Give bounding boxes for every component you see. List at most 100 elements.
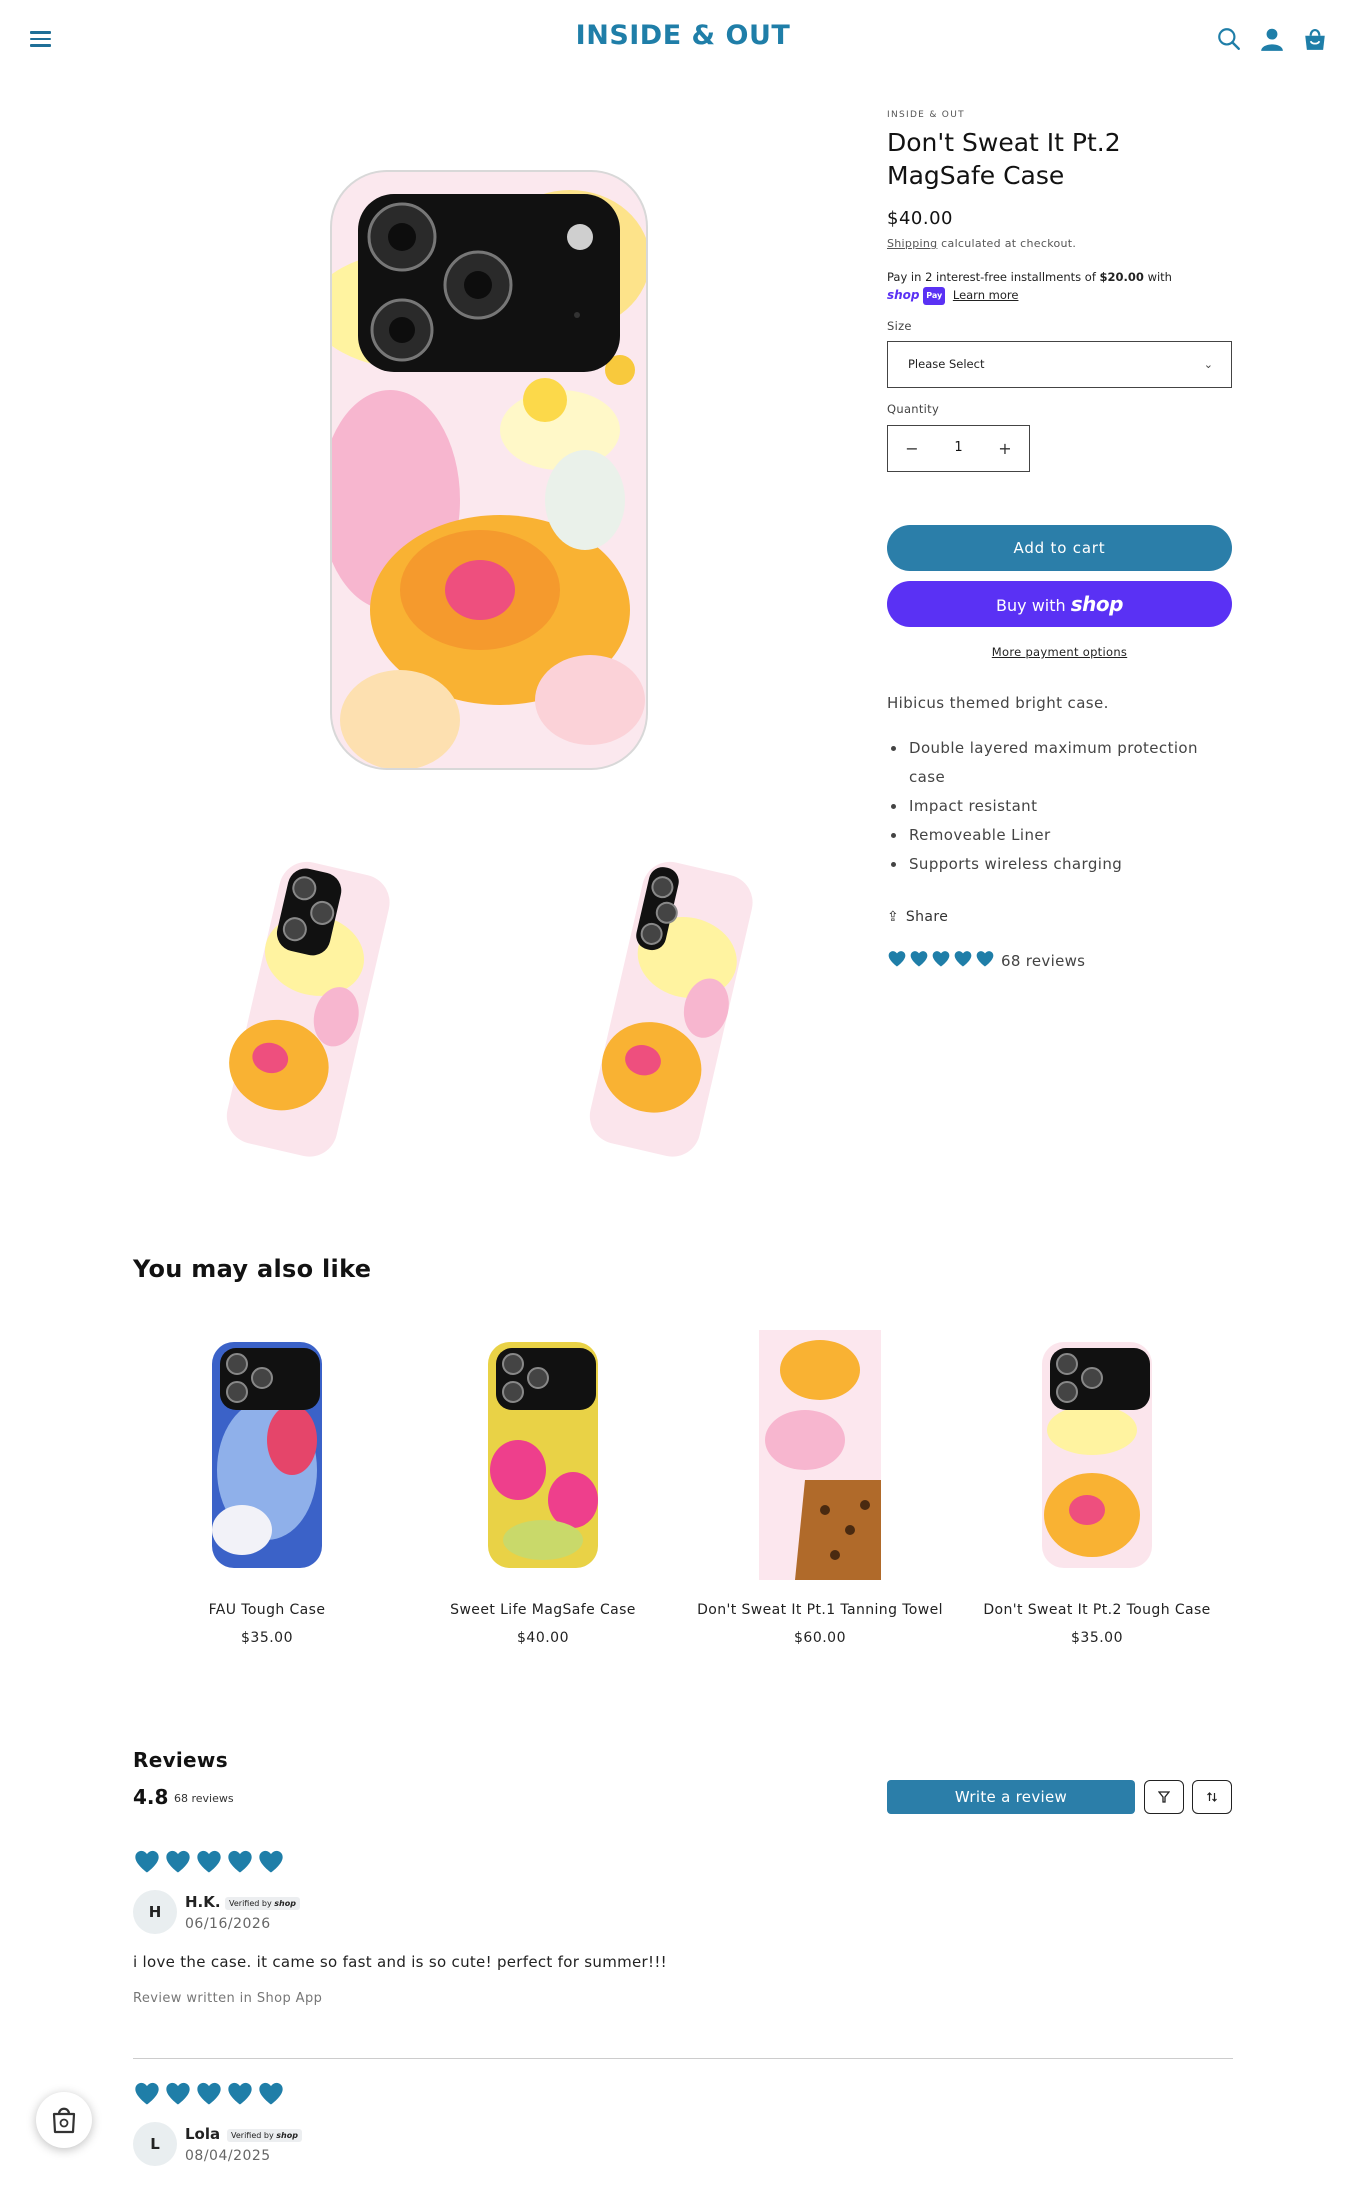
reviewer-name: H.K. [185, 1893, 221, 1911]
quantity-increase-button[interactable]: + [981, 426, 1029, 471]
shop-brand: shop [1070, 592, 1124, 616]
reviews-average: 4.8 [133, 1785, 169, 1809]
filter-button[interactable] [1144, 1780, 1184, 1814]
review-body: i love the case. it came so fast and is … [133, 1953, 667, 1971]
heart-icon [976, 951, 994, 967]
search-icon[interactable] [1216, 26, 1242, 52]
size-select-value: Please Select [908, 357, 985, 371]
product-price: $40.00 [887, 208, 953, 229]
quantity-decrease-button[interactable]: − [888, 426, 936, 471]
verified-text: Verified by [231, 2131, 274, 2140]
heart-icon [166, 1850, 190, 1873]
recommendation-price: $35.00 [241, 1630, 293, 1646]
reviews-count-link: 68 reviews [1001, 952, 1086, 970]
quantity-input[interactable]: 1 [936, 440, 981, 455]
review-item: L Lola Verified by shop 08/04/2025 [133, 2080, 1233, 2200]
review-divider [133, 2058, 1233, 2059]
review-item: H H.K. Verified by shop 06/16/2026 i lov… [133, 1848, 1233, 2018]
heart-icon [197, 2082, 221, 2105]
reviews-title: Reviews [133, 1748, 228, 1772]
recommendation-name: Sweet Life MagSafe Case [450, 1602, 636, 1618]
share-label: Share [905, 909, 949, 925]
recommendations-title: You may also like [133, 1255, 372, 1283]
sort-icon [1207, 1791, 1217, 1802]
recommendation-image [212, 1342, 322, 1568]
rating-hearts [887, 949, 997, 973]
recommendation-name: Don't Sweat It Pt.2 Tough Case [983, 1602, 1211, 1618]
shipping-link[interactable]: Shipping [887, 237, 937, 250]
recommendation-image [759, 1330, 881, 1580]
feature-item: Double layered maximum protection case [907, 734, 1232, 792]
cart-icon[interactable] [1302, 26, 1328, 52]
heart-icon [228, 2082, 252, 2105]
verified-badge: Verified by shop [225, 1897, 300, 1910]
shopping-bag-icon [52, 2107, 76, 2134]
recommendation-price: $35.00 [1071, 1630, 1123, 1646]
recommendation-card[interactable]: Don't Sweat It Pt.2 Tough Case $35.00 [972, 1330, 1222, 1646]
installments-with: with [1143, 270, 1172, 284]
installments-text: Pay in 2 interest-free installments of [887, 270, 1100, 284]
product-title: Don't Sweat It Pt.2 MagSafe Case [887, 128, 1121, 190]
verified-brand: shop [276, 2131, 298, 2140]
buy-with-shop-button[interactable]: Buy with shop [887, 581, 1232, 627]
quantity-stepper: − 1 + [887, 425, 1030, 472]
review-date: 08/04/2025 [185, 2148, 271, 2164]
heart-icon [135, 2082, 159, 2105]
shop-pay-logo: shop [887, 288, 920, 302]
recommendation-card[interactable]: Don't Sweat It Pt.1 Tanning Towel $60.00 [695, 1330, 945, 1646]
product-thumbnail-2[interactable] [585, 860, 755, 1160]
review-date: 06/16/2026 [185, 1916, 271, 1932]
recommendation-image [488, 1342, 598, 1568]
reviews-count: 68 reviews [174, 1792, 234, 1805]
size-select[interactable]: Please Select ⌄ [887, 341, 1232, 388]
site-header: INSIDE & OUT [0, 0, 1366, 80]
review-hearts [133, 2080, 1233, 2108]
recommendation-image [1042, 1342, 1152, 1568]
product-vendor: INSIDE & OUT [887, 110, 965, 120]
avatar: L [133, 2122, 177, 2166]
reviewer-name: Lola [185, 2125, 221, 2143]
verified-brand: shop [274, 1899, 296, 1908]
learn-more-link[interactable]: Learn more [953, 288, 1019, 302]
avatar: H [133, 1890, 177, 1934]
heart-icon [259, 2082, 283, 2105]
shop-app-floating-button[interactable] [36, 2092, 92, 2148]
add-to-cart-button[interactable]: Add to cart [887, 525, 1232, 571]
review-source: Review written in Shop App [133, 1991, 323, 2006]
feature-list: Double layered maximum protection case I… [887, 734, 1232, 879]
write-review-button[interactable]: Write a review [887, 1780, 1135, 1814]
account-icon[interactable] [1259, 26, 1285, 52]
installments-amount: $20.00 [1099, 270, 1144, 284]
product-description: Hibicus themed bright case. [887, 694, 1109, 712]
feature-item: Removeable Liner [907, 821, 1232, 850]
product-info: INSIDE & OUT Don't Sweat It Pt.2 MagSafe… [887, 110, 1232, 973]
recommendation-price: $60.00 [794, 1630, 846, 1646]
verified-badge: Verified by shop [227, 2129, 302, 2142]
heart-icon [932, 951, 950, 967]
recommendation-card[interactable]: Sweet Life MagSafe Case $40.00 [418, 1330, 668, 1646]
review-hearts [133, 1848, 1233, 1876]
shipping-note-text: calculated at checkout. [937, 237, 1077, 250]
recommendation-card[interactable]: FAU Tough Case $35.00 [142, 1330, 392, 1646]
chevron-down-icon: ⌄ [1203, 358, 1213, 371]
installments-banner: Pay in 2 interest-free installments of $… [887, 268, 1232, 305]
share-button[interactable]: ⇪ Share [887, 909, 1232, 925]
feature-item: Impact resistant [907, 792, 1232, 821]
product-rating[interactable]: 68 reviews [887, 949, 1232, 973]
size-label: Size [887, 319, 912, 333]
more-payment-options-link[interactable]: More payment options [887, 645, 1232, 659]
heart-icon [954, 951, 972, 967]
site-logo[interactable]: INSIDE & OUT [0, 20, 1366, 51]
product-thumbnail-1[interactable] [222, 860, 392, 1160]
verified-text: Verified by [229, 1899, 272, 1908]
share-icon: ⇪ [887, 909, 900, 925]
buy-with-text: Buy with [996, 596, 1071, 615]
heart-icon [228, 1850, 252, 1873]
heart-icon [259, 1850, 283, 1873]
heart-icon [166, 2082, 190, 2105]
product-main-image[interactable] [330, 170, 648, 770]
sort-button[interactable] [1192, 1780, 1232, 1814]
filter-icon [1157, 1790, 1171, 1803]
shipping-note: Shipping calculated at checkout. [887, 237, 1232, 250]
heart-icon [197, 1850, 221, 1873]
